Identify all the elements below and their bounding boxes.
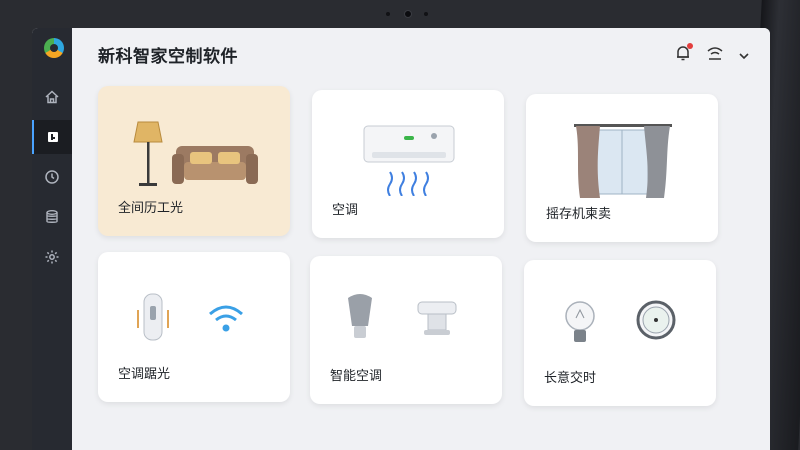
header-actions [674, 43, 750, 62]
bulb-compass-icon [565, 300, 676, 342]
lamp-sofa-icon [133, 121, 258, 186]
sidebar-item-data[interactable] [32, 200, 72, 234]
sensor-dot [424, 12, 428, 16]
page-title: 新科智家空制软件 [98, 47, 238, 67]
device-card-curtain[interactable]: 摇存机柬卖 [526, 94, 718, 242]
database-icon [46, 210, 58, 223]
device-card-lighting[interactable]: 全间历工光 [98, 86, 290, 236]
device-card-smart-aircon[interactable]: 智能空调 [310, 256, 502, 404]
main-content: 新科智家空制软件 全间历工光 空调 摇存机柬卖 空调踞光 智能空调 长意交时 [72, 28, 770, 450]
device-icon [48, 132, 58, 142]
device-card-sensor[interactable]: 空调踞光 [98, 252, 290, 402]
home-icon [45, 90, 59, 104]
sidebar-item-home[interactable] [32, 80, 72, 114]
card-label: 空调踞光 [118, 367, 171, 382]
sensor-wifi-icon [137, 293, 243, 341]
notification-button[interactable] [674, 43, 693, 62]
gear-icon [45, 250, 59, 264]
app-logo [44, 38, 64, 58]
card-label: 全间历工光 [118, 201, 184, 216]
chevron-down-icon [739, 53, 749, 60]
curtain-icon [574, 124, 672, 198]
front-camera [404, 10, 412, 18]
sidebar-item-history[interactable] [32, 160, 72, 194]
menu-dropdown-button[interactable] [738, 47, 750, 60]
device-card-timer[interactable]: 长意交时 [524, 260, 716, 406]
air-conditioner-icon [363, 125, 455, 196]
card-label: 智能空调 [330, 369, 383, 384]
wifi-icon [707, 47, 723, 60]
card-label: 长意交时 [544, 371, 597, 386]
bulb-device-icon [348, 294, 457, 338]
card-label: 空调 [332, 203, 359, 218]
screen: 新科智家空制软件 全间历工光 空调 摇存机柬卖 空调踞光 智能空调 长意交时 [32, 28, 770, 450]
sidebar-item-devices[interactable] [32, 120, 72, 154]
sensor-dot [386, 12, 390, 16]
card-label: 摇存机柬卖 [546, 207, 612, 222]
sidebar-item-settings[interactable] [32, 240, 72, 274]
device-card-aircon[interactable]: 空调 [312, 90, 504, 238]
notification-dot [687, 43, 693, 49]
network-button[interactable] [706, 44, 724, 62]
clock-icon [45, 170, 59, 184]
sidebar [32, 28, 72, 450]
